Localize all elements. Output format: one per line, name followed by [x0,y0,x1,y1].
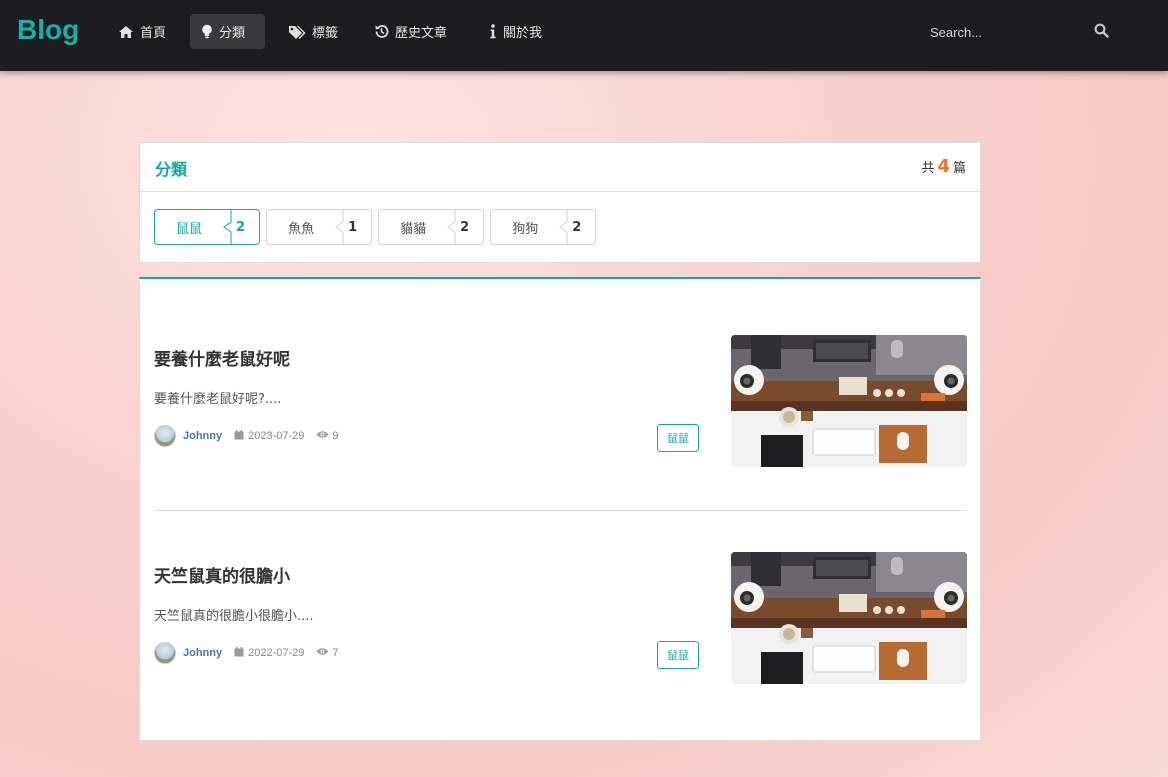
category-tag-label: 魚魚 [288,221,315,237]
info-icon [489,24,497,39]
category-tag-label: 鼠鼠 [176,221,203,237]
post-divider [154,510,967,511]
category-tag-count: 2 [236,219,246,235]
post-item: 要養什麼老鼠好呢 要養什麼老鼠好呢?.... Johnny 2023-07-29… [154,335,967,467]
category-tag-label: 狗狗 [512,221,539,237]
nav-item-label: 歷史文章 [395,26,448,41]
category-tag-count: 1 [348,219,358,235]
calendar-icon [234,646,244,660]
category-tag-divider [222,210,232,244]
post-count: 共 4 篇 [921,156,966,177]
eye-icon [316,430,329,442]
avatar [154,642,176,664]
nav-item-label: 首頁 [140,26,167,41]
category-tag-dog[interactable]: 狗狗 2 [490,209,597,245]
post-count-suffix: 篇 [952,161,966,176]
nav-item-label: 分類 [219,26,246,41]
nav-item-label: 關於我 [503,26,543,41]
post-item: 天竺鼠真的很膽小 天竺鼠真的很膽小很膽小.... Johnny 2022-07-… [154,552,967,684]
category-list: 鼠鼠 2 魚魚 1 貓貓 2 狗狗 2 [154,209,597,245]
post-date: 2023-07-29 [234,429,305,443]
category-tag-cat[interactable]: 貓貓 2 [378,209,485,245]
post-views: 7 [316,647,339,659]
post-thumbnail[interactable] [731,335,967,467]
post-thumbnail[interactable] [731,552,967,684]
nav-item-home[interactable]: 首頁 [107,14,180,49]
lightbulb-icon [201,24,213,39]
tags-icon [288,25,306,39]
post-date-text: 2023-07-29 [248,430,305,442]
post-date: 2022-07-29 [234,646,305,660]
post-category-tag[interactable]: 鼠鼠 [657,424,699,452]
top-navbar: Blog 首頁 分類 標籤 歷史文章 關於我 [0,0,1168,71]
post-category-tag[interactable]: 鼠鼠 [657,641,699,669]
calendar-icon [234,429,244,443]
nav-item-tags[interactable]: 標籤 [277,14,352,49]
post-meta: Johnny 2022-07-29 7 [154,642,339,664]
category-tag-divider [334,210,344,244]
category-panel-header: 分類 共 4 篇 [140,143,980,192]
category-tag-label: 貓貓 [400,221,427,237]
nav-item-history[interactable]: 歷史文章 [363,14,461,49]
nav-item-about[interactable]: 關於我 [478,14,556,49]
post-count-number: 4 [937,156,950,177]
avatar [154,425,176,447]
category-tag-count: 2 [460,219,470,235]
category-tag-divider [558,210,568,244]
home-icon [118,25,134,39]
post-date-text: 2022-07-29 [248,647,305,659]
search-icon[interactable] [1094,23,1109,42]
post-views-count: 9 [332,430,339,442]
category-panel: 分類 共 4 篇 鼠鼠 2 魚魚 1 貓貓 2 狗狗 2 [139,142,981,263]
category-tag-divider [446,210,456,244]
nav-item-label: 標籤 [312,26,339,41]
category-tag-fish[interactable]: 魚魚 1 [266,209,373,245]
nav-item-category[interactable]: 分類 [190,14,265,49]
category-title: 分類 [155,160,188,179]
post-title[interactable]: 天竺鼠真的很膽小 [154,562,290,587]
post-title[interactable]: 要養什麼老鼠好呢 [154,345,290,370]
post-meta: Johnny 2023-07-29 9 [154,425,339,447]
category-tag-count: 2 [572,219,582,235]
post-author[interactable]: Johnny [183,647,222,659]
post-excerpt: 要養什麼老鼠好呢?.... [154,392,282,407]
brand-logo[interactable]: Blog [17,14,79,46]
post-list: 要養什麼老鼠好呢 要養什麼老鼠好呢?.... Johnny 2023-07-29… [139,277,981,741]
post-author[interactable]: Johnny [183,430,222,442]
history-icon [374,24,389,39]
post-views: 9 [316,430,339,442]
category-tag-mouse[interactable]: 鼠鼠 2 [154,209,261,245]
eye-icon [316,647,329,659]
post-count-prefix: 共 [921,161,935,176]
search-input[interactable] [930,20,1090,44]
post-excerpt: 天竺鼠真的很膽小很膽小.... [154,609,314,624]
post-views-count: 7 [332,647,339,659]
